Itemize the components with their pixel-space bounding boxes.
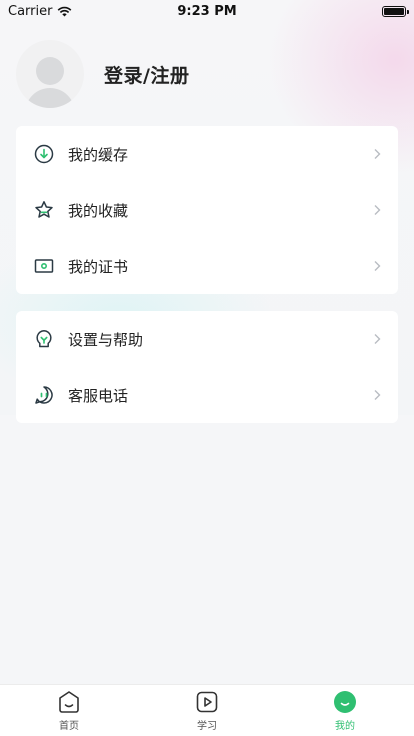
tab-label: 我的 [335,720,355,732]
profile-smile-icon [334,690,356,713]
chevron-right-icon [374,390,381,400]
login-register-link[interactable]: 登录/注册 [104,61,189,88]
profile-header[interactable]: 登录/注册 [16,40,189,108]
certificate-icon [34,256,54,276]
menu-item-label: 我的缓存 [68,145,129,164]
menu-item-customer-service[interactable]: 客服电话 [16,367,398,423]
star-icon [34,200,54,220]
lightbulb-icon [34,329,54,349]
download-circle-icon [34,144,54,164]
menu-card-secondary: 设置与帮助 客服电话 [16,311,398,423]
menu-item-favorites[interactable]: 我的收藏 [16,182,398,238]
tab-mine[interactable]: 我的 [305,690,385,732]
menu-item-label: 我的收藏 [68,201,129,220]
home-icon [59,690,79,713]
menu-item-label: 客服电话 [68,386,129,405]
chevron-right-icon [374,261,381,271]
chevron-right-icon [374,334,381,344]
menu-card-primary: 我的缓存 我的收藏 我的证书 [16,126,398,294]
tab-home[interactable]: 首页 [29,690,109,732]
tab-label: 首页 [59,720,79,732]
carrier-label: Carrier [8,3,53,19]
chevron-right-icon [374,149,381,159]
avatar[interactable] [16,40,84,108]
wifi-icon [58,6,72,16]
carrier-group: Carrier [8,4,72,19]
menu-item-label: 我的证书 [68,257,129,276]
play-icon [196,691,218,712]
tab-label: 学习 [197,720,217,732]
menu-item-certificates[interactable]: 我的证书 [16,238,398,294]
menu-item-settings-help[interactable]: 设置与帮助 [16,311,398,367]
chevron-right-icon [374,205,381,215]
status-time: 9:23 PM [177,3,237,19]
tab-study[interactable]: 学习 [167,690,247,732]
menu-item-label: 设置与帮助 [68,330,144,349]
status-bar: Carrier 9:23 PM [0,0,414,22]
battery-icon [382,5,409,17]
menu-item-cache[interactable]: 我的缓存 [16,126,398,182]
bottom-tab-bar: 首页 学习 我的 [0,684,414,736]
chat-bubble-icon [34,385,54,405]
